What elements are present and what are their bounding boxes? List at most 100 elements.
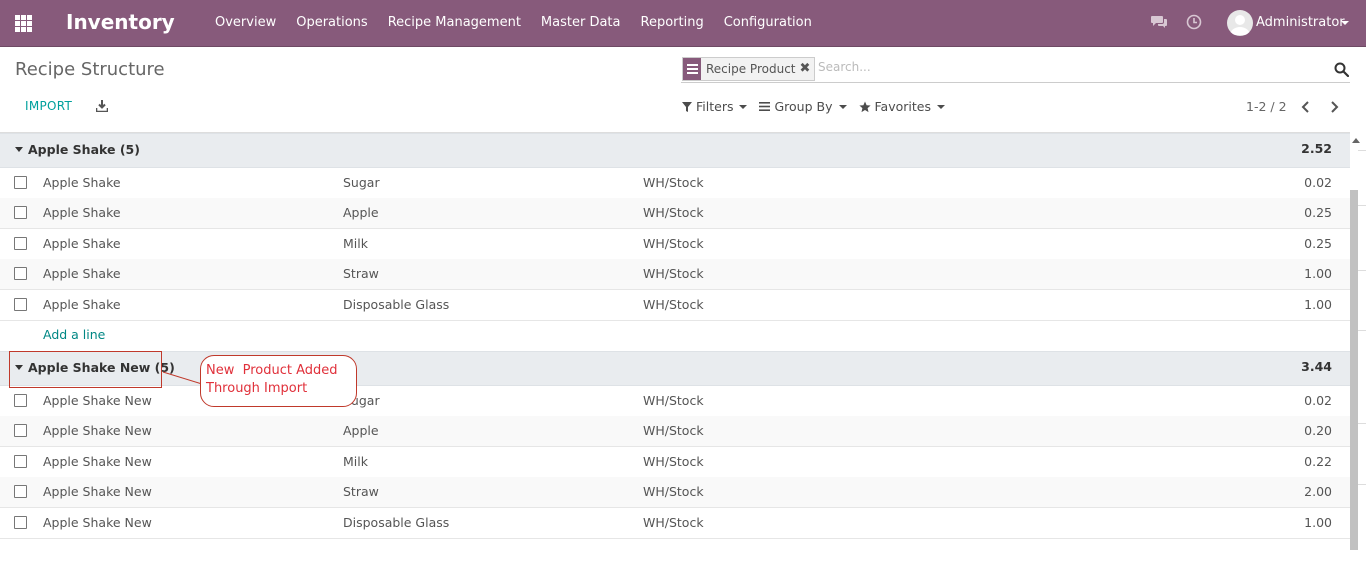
row-checkbox[interactable] [14, 267, 27, 280]
cell-quantity: 0.25 [1304, 236, 1332, 251]
clock-icon[interactable] [1186, 14, 1202, 30]
cell-component: Straw [343, 266, 379, 281]
chevron-down-icon [838, 104, 847, 109]
cell-product: Apple Shake [43, 297, 121, 312]
breadcrumb: Recipe Structure [15, 59, 165, 80]
table-row[interactable]: Apple Shake Milk WH/Stock 0.25 [0, 229, 1350, 260]
cell-component: Apple [343, 423, 379, 438]
group-row[interactable]: Apple Shake (5) 2.52 [0, 133, 1350, 168]
facet-label: Recipe Product [706, 62, 796, 76]
cell-quantity: 0.20 [1304, 423, 1332, 438]
cell-location: WH/Stock [643, 297, 704, 312]
menu-operations[interactable]: Operations [286, 0, 377, 46]
cell-component: Disposable Glass [343, 515, 450, 530]
row-divider [1358, 330, 1366, 331]
row-checkbox[interactable] [14, 237, 27, 250]
cell-product: Apple Shake [43, 266, 121, 281]
cell-product: Apple Shake New [43, 515, 152, 530]
caret-down-icon [15, 147, 23, 152]
row-divider [1358, 484, 1366, 485]
user-avatar[interactable] [1227, 10, 1253, 36]
close-icon[interactable]: ✖ [800, 58, 815, 80]
row-checkbox[interactable] [14, 455, 27, 468]
table-row[interactable]: Apple Shake New Milk WH/Stock 0.22 [0, 447, 1350, 478]
cell-quantity: 0.02 [1304, 175, 1332, 190]
chevron-left-icon[interactable] [1300, 100, 1312, 114]
row-checkbox[interactable] [14, 206, 27, 219]
search-input[interactable] [816, 59, 1320, 75]
annotation-connector [162, 371, 203, 385]
favorites-dropdown[interactable]: Favorites [858, 99, 945, 114]
filters-dropdown[interactable]: Filters [682, 99, 748, 114]
annotation-text: New Product Added Through Import [206, 363, 338, 396]
chat-icon[interactable] [1151, 15, 1168, 29]
search-icon[interactable] [1334, 62, 1349, 77]
user-menu[interactable]: Administrator [1256, 15, 1345, 30]
row-divider [1358, 270, 1366, 271]
cell-location: WH/Stock [643, 236, 704, 251]
cell-location: WH/Stock [643, 515, 704, 530]
table-row[interactable]: Apple Shake New Disposable Glass WH/Stoc… [0, 508, 1350, 539]
main-menu: Overview Operations Recipe Management Ma… [205, 0, 822, 46]
row-divider [1358, 150, 1366, 151]
table-row[interactable]: Apple Shake Sugar WH/Stock 0.02 [0, 168, 1350, 199]
groupby-dropdown[interactable]: Group By [759, 99, 847, 114]
cell-product: Apple Shake [43, 236, 121, 251]
row-checkbox[interactable] [14, 394, 27, 407]
pager-value[interactable]: 1-2 / 2 [1246, 99, 1287, 114]
menu-overview[interactable]: Overview [205, 0, 286, 46]
cell-quantity: 2.00 [1304, 484, 1332, 499]
annotation-highlight-box [9, 351, 162, 388]
cell-product: Apple Shake [43, 205, 121, 220]
scroll-up-icon[interactable] [1352, 138, 1360, 143]
group-total: 2.52 [1301, 141, 1332, 156]
table-row[interactable]: Apple Shake New Apple WH/Stock 0.20 [0, 416, 1350, 447]
import-button[interactable]: IMPORT [25, 99, 72, 113]
row-checkbox[interactable] [14, 298, 27, 311]
cell-component: Disposable Glass [343, 297, 450, 312]
chevron-right-icon[interactable] [1328, 100, 1340, 114]
cell-product: Apple Shake New [43, 393, 152, 408]
download-icon[interactable] [96, 100, 108, 112]
groupby-label: Group By [774, 99, 833, 114]
menu-master-data[interactable]: Master Data [531, 0, 631, 46]
row-checkbox[interactable] [14, 516, 27, 529]
filter-icon [682, 101, 692, 112]
list-icon [683, 58, 701, 80]
cell-location: WH/Stock [643, 393, 704, 408]
search-options: Filters Group By Favorites [682, 99, 945, 114]
menu-recipe-management[interactable]: Recipe Management [378, 0, 531, 46]
cell-location: WH/Stock [643, 484, 704, 499]
cell-component: Milk [343, 236, 368, 251]
row-checkbox[interactable] [14, 176, 27, 189]
row-checkbox[interactable] [14, 485, 27, 498]
search-bar: Recipe Product ✖ [681, 56, 1350, 83]
row-divider [1358, 423, 1366, 424]
filters-label: Filters [696, 99, 734, 114]
add-line-link[interactable]: Add a line [43, 327, 105, 342]
star-icon [858, 101, 871, 112]
menu-reporting[interactable]: Reporting [631, 0, 714, 46]
cell-location: WH/Stock [643, 205, 704, 220]
cell-quantity: 0.22 [1304, 454, 1332, 469]
apps-grid-icon[interactable] [15, 15, 32, 32]
cell-location: WH/Stock [643, 454, 704, 469]
row-checkbox[interactable] [14, 424, 27, 437]
vertical-scrollbar[interactable] [1350, 190, 1358, 550]
app-title[interactable]: Inventory [66, 10, 175, 34]
table-row[interactable]: Apple Shake New Straw WH/Stock 2.00 [0, 477, 1350, 508]
bars-icon [759, 102, 771, 111]
top-navbar: Inventory Overview Operations Recipe Man… [0, 0, 1366, 47]
row-divider [1358, 205, 1366, 206]
menu-configuration[interactable]: Configuration [714, 0, 822, 46]
chevron-down-icon[interactable] [1341, 21, 1349, 25]
table-row[interactable]: Apple Shake Disposable Glass WH/Stock 1.… [0, 290, 1350, 321]
cell-quantity: 1.00 [1304, 515, 1332, 530]
favorites-label: Favorites [874, 99, 931, 114]
cell-component: Straw [343, 484, 379, 499]
cell-product: Apple Shake [43, 175, 121, 190]
cell-location: WH/Stock [643, 175, 704, 190]
table-row[interactable]: Apple Shake Straw WH/Stock 1.00 [0, 259, 1350, 290]
cell-quantity: 0.02 [1304, 393, 1332, 408]
table-row[interactable]: Apple Shake Apple WH/Stock 0.25 [0, 198, 1350, 229]
